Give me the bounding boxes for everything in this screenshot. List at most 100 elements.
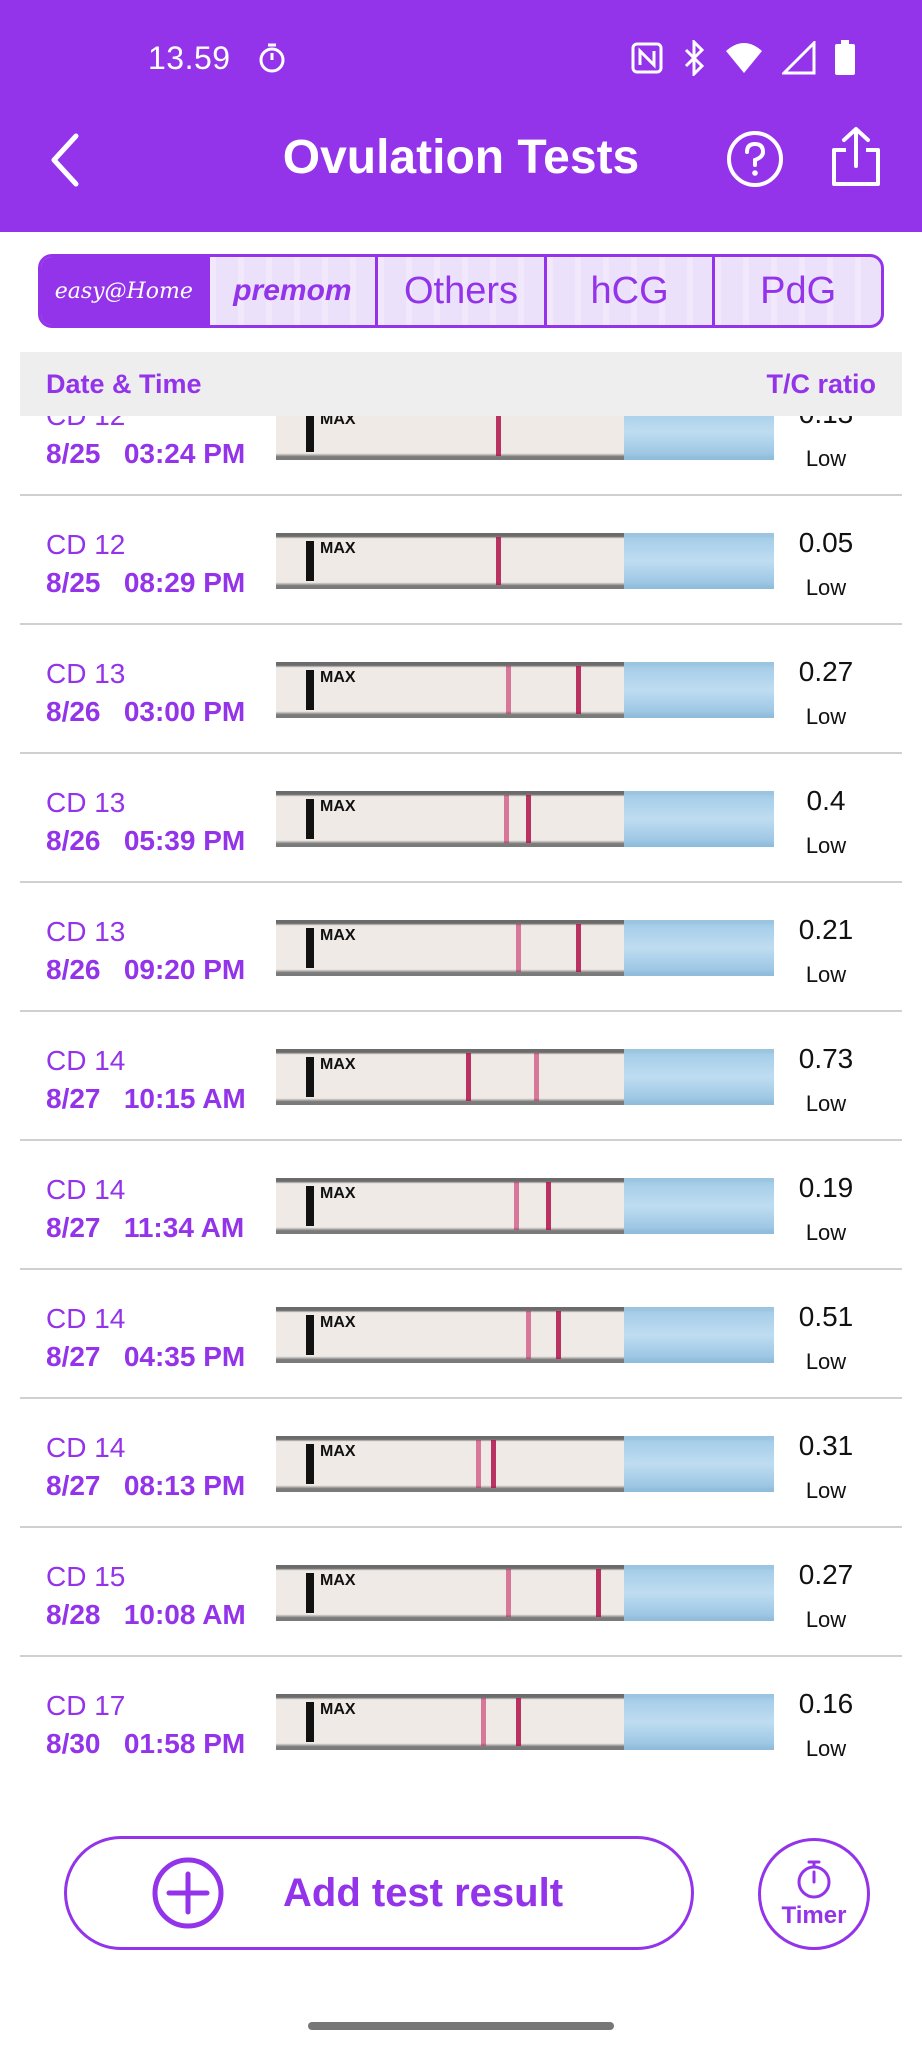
status-time: 13.59 [148,40,231,76]
share-export-icon[interactable] [828,126,884,190]
strip-max-label: MAX [320,1185,356,1202]
tc-ratio-value: 0.05 [798,527,854,558]
tab-pdg[interactable]: PdG [715,257,881,325]
table-row[interactable]: CD 12 8/25 03:24 PM MAX 0.13 Low [20,416,902,496]
tab-label: hCG [590,269,669,312]
control-line [526,795,531,843]
timer-icon [797,1860,831,1899]
strip-max-label: MAX [320,1572,356,1589]
help-icon[interactable] [726,130,784,188]
table-row[interactable]: CD 14 8/27 04:35 PM MAX 0.51 Low [20,1271,902,1399]
strip-max-label: MAX [320,1701,356,1718]
test-strip-image: MAX [276,662,774,718]
tab-easy-at-home[interactable]: easy@Home [41,257,210,325]
cycle-day: CD 14 [46,1045,126,1076]
test-line [534,1053,539,1101]
control-line [466,1053,471,1101]
tab-label: premom [233,274,352,307]
strip-max-label: MAX [320,798,356,815]
cycle-day: CD 14 [46,1174,126,1205]
strip-handle [306,670,314,710]
cycle-day: CD 13 [46,658,126,689]
table-row[interactable]: CD 14 8/27 11:34 AM MAX 0.19 Low [20,1142,902,1270]
test-datetime: 8/27 10:15 AM [46,1083,246,1114]
control-line [546,1182,551,1230]
test-result-list[interactable]: CD 12 8/25 03:24 PM MAX 0.13 Low CD 12 8/25 08… [20,416,902,1776]
strip-brand-band [624,920,774,976]
test-line [506,666,511,714]
test-datetime: 8/26 09:20 PM [46,954,246,985]
test-strip-image: MAX [276,920,774,976]
tc-ratio-level: Low [805,833,847,858]
strip-handle [306,1702,314,1742]
test-datetime: 8/27 11:34 AM [46,1212,245,1243]
signal-icon [782,41,816,75]
test-datetime: 8/27 04:35 PM [46,1341,246,1372]
table-row[interactable]: CD 13 8/26 03:00 PM MAX 0.27 Low [20,626,902,754]
table-row[interactable]: CD 13 8/26 09:20 PM MAX 0.21 Low [20,884,902,1012]
tc-ratio-level: Low [805,446,847,471]
tc-ratio-level: Low [805,575,847,600]
test-datetime: 8/25 08:29 PM [46,567,246,598]
add-test-result-button[interactable]: Add test result [64,1836,694,1950]
table-row[interactable]: CD 12 8/25 08:29 PM MAX 0.05 Low [20,497,902,625]
table-row[interactable]: CD 14 8/27 08:13 PM MAX 0.31 Low [20,1400,902,1528]
strip-handle [306,541,314,581]
table-row[interactable]: CD 13 8/26 05:39 PM MAX 0.4 Low [20,755,902,883]
control-line [556,1311,561,1359]
tab-others[interactable]: Others [378,257,547,325]
cycle-day: CD 12 [46,529,126,560]
bluetooth-icon [684,40,705,76]
cycle-day: CD 15 [46,1561,126,1592]
status-icons [630,40,856,76]
tc-ratio-value: 0.27 [798,1559,854,1590]
test-strip-image: MAX [276,1436,774,1492]
table-row[interactable]: CD 15 8/28 10:08 AM MAX 0.27 Low [20,1529,902,1657]
test-line [516,924,521,972]
home-indicator[interactable] [308,2022,614,2030]
cycle-day: CD 14 [46,1303,126,1334]
tc-ratio-level: Low [805,1736,847,1761]
test-line [504,795,509,843]
test-strip-image: MAX [276,1565,774,1621]
tab-hcg[interactable]: hCG [546,257,716,325]
test-datetime: 8/30 01:58 PM [46,1728,246,1759]
strip-brand-band [624,1307,774,1363]
strip-brand-band [624,416,774,460]
test-strip-image: MAX [276,1307,774,1363]
tc-ratio-value: 0.51 [798,1301,854,1332]
tc-ratio-value: 0.4 [806,785,846,816]
timer-button[interactable]: Timer [758,1838,870,1950]
strip-max-label: MAX [320,540,356,557]
tc-ratio-value: 0.27 [798,656,854,687]
control-line [576,924,581,972]
tc-ratio-level: Low [805,1091,847,1116]
table-row[interactable]: CD 17 8/30 01:58 PM MAX 0.16 Low [20,1658,902,1776]
tc-ratio-value: 0.16 [798,1688,854,1719]
strip-max-label: MAX [320,1314,356,1331]
test-datetime: 8/26 03:00 PM [46,696,246,727]
strip-handle [306,1057,314,1097]
control-line [496,537,501,585]
strip-max-label: MAX [320,927,356,944]
test-datetime: 8/28 10:08 AM [46,1599,246,1630]
strip-brand-band [624,1694,774,1750]
battery-icon [835,40,855,75]
test-strip-image: MAX [276,1694,774,1750]
tab-premom[interactable]: premom [209,257,379,325]
control-line [516,1698,521,1746]
strip-brand-band [624,791,774,847]
strip-brand-band [624,1436,774,1492]
tc-ratio-value: 0.21 [798,914,854,945]
tc-ratio-value: 0.73 [798,1043,854,1074]
test-datetime: 8/26 05:39 PM [46,825,246,856]
tab-label: easy@Home [54,278,193,304]
strip-max-label: MAX [320,669,356,686]
strip-handle [306,1186,314,1226]
strip-max-label: MAX [320,1056,356,1073]
table-row[interactable]: CD 14 8/27 10:15 AM MAX 0.73 Low [20,1013,902,1141]
strip-handle [306,1444,314,1484]
strip-max-label: MAX [320,1443,356,1460]
strip-brand-band [624,1178,774,1234]
tab-label: Others [403,269,518,312]
